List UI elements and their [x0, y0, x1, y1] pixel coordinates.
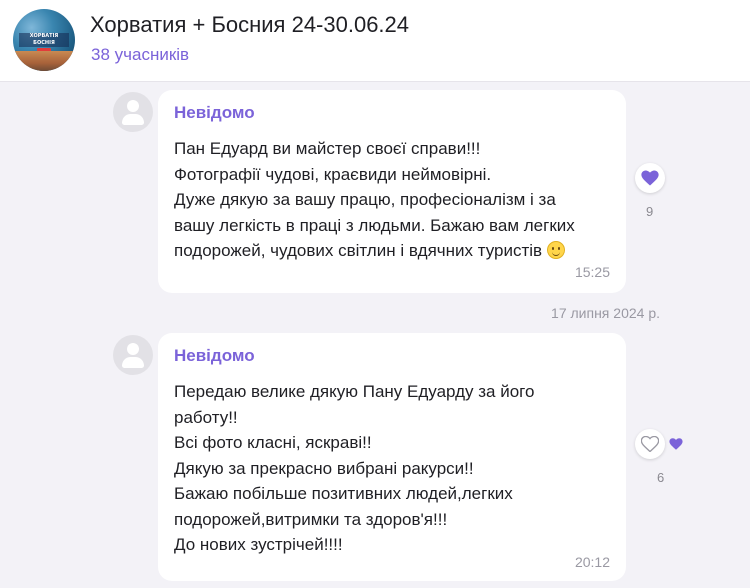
group-avatar[interactable]: ХОРВАТІЯ БОСНІЯ	[13, 9, 75, 71]
message-text: Передаю велике дякую Пану Едуарду за йог…	[174, 382, 535, 554]
reaction-count: 6	[657, 470, 665, 485]
reaction-count: 9	[646, 204, 654, 219]
message-text: Пан Едуард ви майстер своєї справи!!! Фо…	[174, 139, 575, 260]
group-avatar-caption: ХОРВАТІЯ БОСНІЯ	[19, 33, 69, 47]
reaction-button[interactable]	[635, 163, 665, 193]
heart-icon	[641, 170, 659, 186]
sender-name[interactable]: Невідомо	[174, 103, 610, 123]
member-count[interactable]: 38 учасників	[91, 45, 189, 65]
sender-name[interactable]: Невідомо	[174, 346, 610, 366]
message-bubble[interactable]: Невідомо Передаю велике дякую Пану Едуар…	[158, 333, 626, 581]
message-time: 15:25	[574, 264, 610, 280]
sender-avatar[interactable]	[113, 92, 153, 132]
chat-title[interactable]: Хорватия + Босния 24-30.06.24	[90, 12, 409, 38]
sender-avatar[interactable]	[113, 335, 153, 375]
add-reaction-button[interactable]	[635, 429, 665, 459]
smiley-icon	[546, 241, 565, 259]
chat-header: ХОРВАТІЯ БОСНІЯ Хорватия + Босния 24-30.0…	[0, 0, 750, 82]
message-time: 20:12	[574, 554, 610, 570]
heart-outline-icon	[641, 436, 659, 452]
date-separator: 17 липня 2024 р.	[551, 305, 660, 321]
message-bubble[interactable]: Невідомо Пан Едуард ви майстер своєї спр…	[158, 90, 626, 293]
heart-icon[interactable]	[669, 438, 683, 450]
